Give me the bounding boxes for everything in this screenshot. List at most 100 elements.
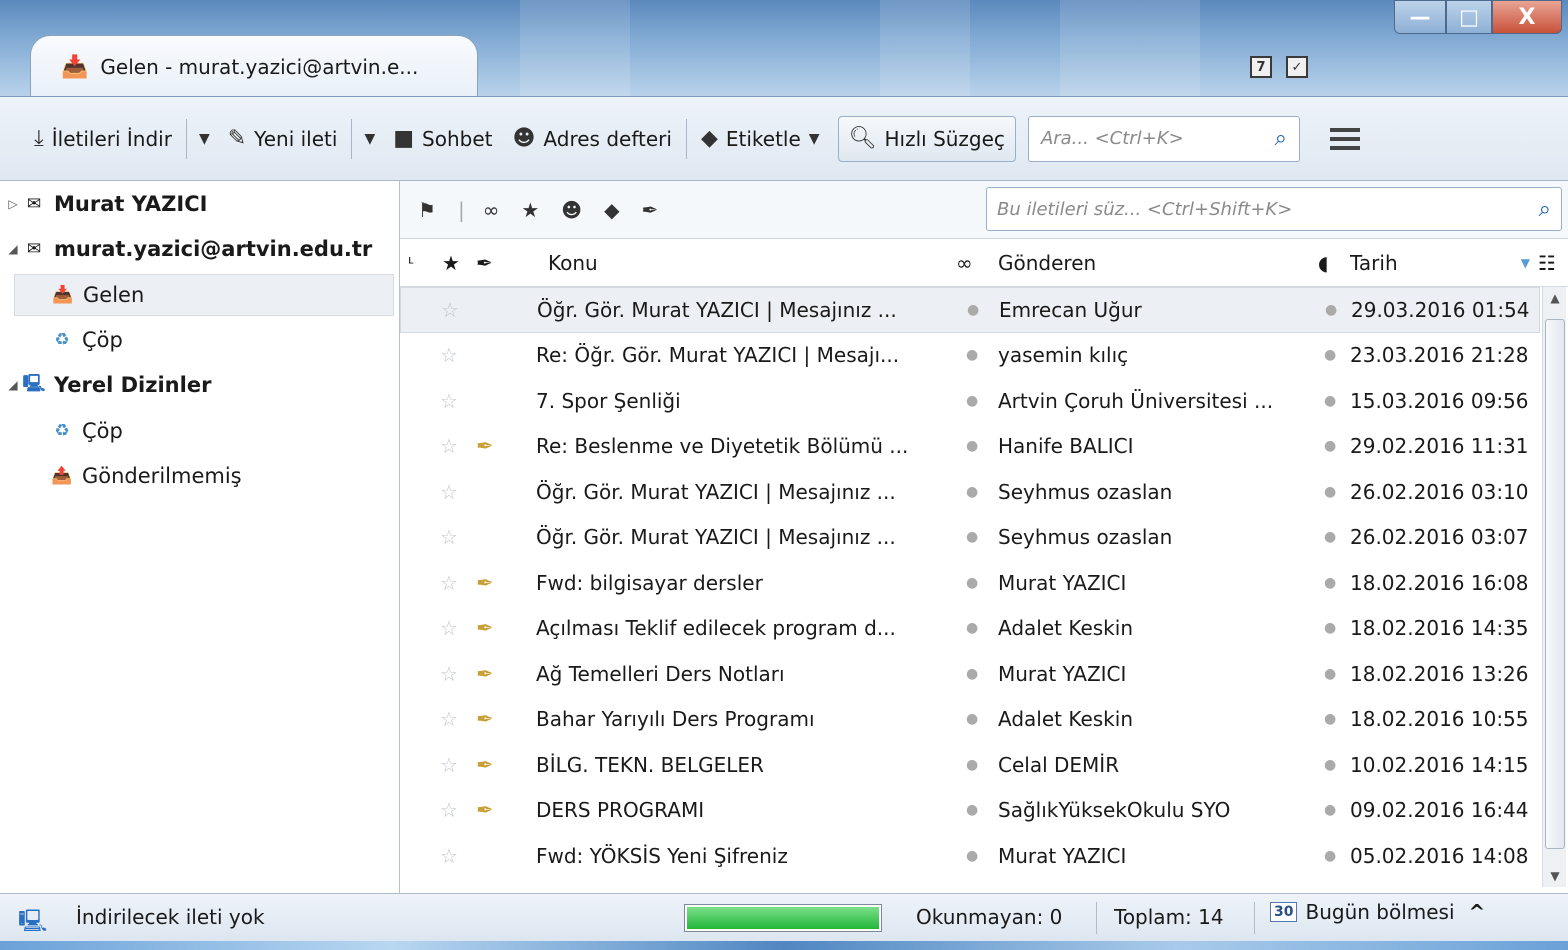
read-status-dot[interactable]: ●	[966, 378, 978, 424]
table-row[interactable]: ☆ ✒ BİLG. TEKN. BELGELER ● Celal DEMİR ● 10.02…	[400, 742, 1540, 788]
maximize-button[interactable]: □	[1446, 0, 1492, 34]
chat-button[interactable]: ■ Sohbet	[383, 116, 502, 162]
folder-local-trash[interactable]: ♻ Çöp	[50, 410, 122, 452]
attachment-column-icon[interactable]: ✒	[476, 239, 502, 287]
contact-filter-icon[interactable]: ☻	[561, 198, 582, 222]
read-status-dot[interactable]: ●	[966, 515, 978, 561]
get-messages-dropdown-icon[interactable]: ▼	[191, 131, 218, 147]
star-icon[interactable]: ☆	[440, 788, 458, 834]
junk-column-icon[interactable]: ◖	[1318, 239, 1342, 287]
read-status-dot[interactable]: ●	[966, 833, 978, 879]
collapsed-twisty-icon[interactable]: ▷	[4, 197, 22, 211]
junk-status-dot[interactable]: ●	[1324, 651, 1336, 697]
account-murat-yazici[interactable]: ▷ ✉ Murat YAZICI	[4, 183, 207, 225]
star-icon[interactable]: ☆	[440, 651, 458, 697]
table-row[interactable]: ☆ ✒ Bahar Yarıyılı Ders Programı ● Adalet Ke…	[400, 697, 1540, 743]
subject-column-header[interactable]: Konu	[548, 239, 948, 287]
table-row[interactable]: ☆ Re: Öğr. Gör. Murat YAZICI | Mesajı... ●…	[400, 333, 1540, 379]
table-row[interactable]: ☆ Öğr. Gör. Murat YAZICI | Mesajınız ... ●…	[400, 469, 1540, 515]
sticky-pin-icon[interactable]: ⚑	[418, 198, 436, 222]
junk-status-dot[interactable]: ●	[1325, 288, 1337, 332]
filter-messages-input[interactable]: Bu iletileri süz... <Ctrl+Shift+K> ⌕	[986, 187, 1562, 231]
star-icon[interactable]: ☆	[440, 424, 458, 470]
star-icon[interactable]: ☆	[440, 742, 458, 788]
sender-column-header[interactable]: Gönderen	[998, 239, 1308, 287]
folder-trash[interactable]: ♻ Çöp	[50, 319, 122, 361]
close-button[interactable]: X	[1492, 0, 1562, 34]
tab-inbox[interactable]: 📥 Gelen - murat.yazici@artvin.e...	[30, 35, 478, 96]
junk-status-dot[interactable]: ●	[1324, 833, 1336, 879]
read-status-dot[interactable]: ●	[967, 288, 979, 332]
scroll-up-icon[interactable]: ▲	[1543, 291, 1567, 305]
app-menu-button[interactable]	[1329, 127, 1360, 150]
expanded-twisty-icon[interactable]: ◢	[4, 242, 22, 256]
tag-button[interactable]: ◆ Etiketle ▼	[691, 116, 830, 162]
table-row[interactable]: ☆ ✒ Ağ Temelleri Ders Notları ● Murat YAZICI…	[400, 651, 1540, 697]
star-icon[interactable]: ☆	[440, 378, 458, 424]
star-icon[interactable]: ☆	[440, 333, 458, 379]
junk-status-dot[interactable]: ●	[1324, 742, 1336, 788]
star-column-icon[interactable]: ★	[442, 239, 466, 287]
star-icon[interactable]: ☆	[440, 515, 458, 561]
column-picker-icon[interactable]: ☷	[1538, 239, 1562, 287]
attachment-filter-icon[interactable]: ✒	[642, 198, 659, 222]
table-row[interactable]: ☆ ✒ DERS PROGRAMI ● SağlıkYüksekOkulu SYO ● 09…	[400, 788, 1540, 834]
junk-status-dot[interactable]: ●	[1324, 697, 1336, 743]
table-row[interactable]: ☆ ✒ Fwd: bilgisayar dersler ● Murat YAZICI ● 1…	[400, 560, 1540, 606]
folder-inbox[interactable]: 📥 Gelen	[14, 274, 394, 316]
read-status-column-icon[interactable]: ∞	[956, 239, 986, 287]
star-icon[interactable]: ☆	[440, 469, 458, 515]
calendar-tab-icon[interactable]: 7	[1250, 56, 1272, 78]
scroll-thumb[interactable]	[1545, 319, 1565, 849]
expanded-twisty-icon[interactable]: ◢	[4, 378, 22, 392]
junk-status-dot[interactable]: ●	[1324, 515, 1336, 561]
new-message-dropdown-icon[interactable]: ▼	[356, 131, 383, 147]
star-icon[interactable]: ☆	[440, 833, 458, 879]
thread-column-icon[interactable]: ᒻ	[408, 239, 430, 287]
junk-status-dot[interactable]: ●	[1324, 606, 1336, 652]
read-status-dot[interactable]: ●	[966, 424, 978, 470]
read-status-dot[interactable]: ●	[966, 469, 978, 515]
read-status-dot[interactable]: ●	[966, 742, 978, 788]
minimize-button[interactable]: —	[1394, 0, 1446, 34]
read-status-dot[interactable]: ●	[966, 560, 978, 606]
junk-status-dot[interactable]: ●	[1324, 424, 1336, 470]
get-messages-button[interactable]: ⤓ İletileri İndir	[24, 116, 182, 162]
table-row[interactable]: ☆ Öğr. Gör. Murat YAZICI | Mesajınız ... ●…	[400, 287, 1540, 333]
today-pane-button[interactable]: 30 Bugün bölmesi ^	[1270, 900, 1485, 924]
junk-status-dot[interactable]: ●	[1324, 788, 1336, 834]
read-status-dot[interactable]: ●	[966, 697, 978, 743]
global-search-input[interactable]: Ara... <Ctrl+K> ⌕	[1027, 115, 1300, 162]
online-status-icon[interactable]: 🖳︎	[18, 904, 47, 942]
search-icon[interactable]: ⌕	[1275, 126, 1287, 151]
table-row[interactable]: ☆ ✒ Re: Beslenme ve Diyetetik Bölümü ... ● H…	[400, 424, 1540, 470]
star-icon[interactable]: ☆	[440, 560, 458, 606]
vertical-scrollbar[interactable]: ▲ ▼	[1542, 287, 1566, 887]
folder-outbox[interactable]: 📤 Gönderilmemiş	[50, 455, 241, 497]
table-row[interactable]: ☆ 7. Spor Şenliği ● Artvin Çoruh Üniversite…	[400, 378, 1540, 424]
scroll-down-icon[interactable]: ▼	[1543, 869, 1567, 883]
read-status-dot[interactable]: ●	[966, 333, 978, 379]
address-book-button[interactable]: ☻ Adres defteri	[502, 116, 681, 162]
search-icon[interactable]: ⌕	[1539, 197, 1551, 222]
tag-filter-icon[interactable]: ◆	[604, 198, 619, 222]
read-status-dot[interactable]: ●	[966, 651, 978, 697]
table-row[interactable]: ☆ Öğr. Gör. Murat YAZICI | Mesajınız ... ●…	[400, 515, 1540, 561]
table-row[interactable]: ☆ ✒ Açılması Teklif edilecek program d... ●…	[400, 606, 1540, 652]
date-column-header[interactable]: Tarih ▼	[1350, 239, 1530, 287]
unread-filter-icon[interactable]: ∞	[483, 198, 500, 222]
star-icon[interactable]: ☆	[441, 288, 459, 332]
junk-status-dot[interactable]: ●	[1324, 378, 1336, 424]
new-message-button[interactable]: ✎ Yeni ileti	[218, 116, 348, 162]
read-status-dot[interactable]: ●	[966, 788, 978, 834]
junk-status-dot[interactable]: ●	[1324, 333, 1336, 379]
junk-status-dot[interactable]: ●	[1324, 469, 1336, 515]
quick-filter-button[interactable]: 🔍︎ Hızlı Süzgeç	[837, 115, 1016, 162]
table-row[interactable]: ☆ Fwd: YÖKSİS Yeni Şifreniz ● Murat YAZICI ●…	[400, 833, 1540, 879]
starred-filter-icon[interactable]: ★	[521, 198, 539, 222]
junk-status-dot[interactable]: ●	[1324, 560, 1336, 606]
local-folders[interactable]: ◢ 🖳︎ Yerel Dizinler	[4, 364, 211, 406]
star-icon[interactable]: ☆	[440, 697, 458, 743]
read-status-dot[interactable]: ●	[966, 606, 978, 652]
tasks-tab-icon[interactable]: ✓	[1286, 56, 1308, 78]
